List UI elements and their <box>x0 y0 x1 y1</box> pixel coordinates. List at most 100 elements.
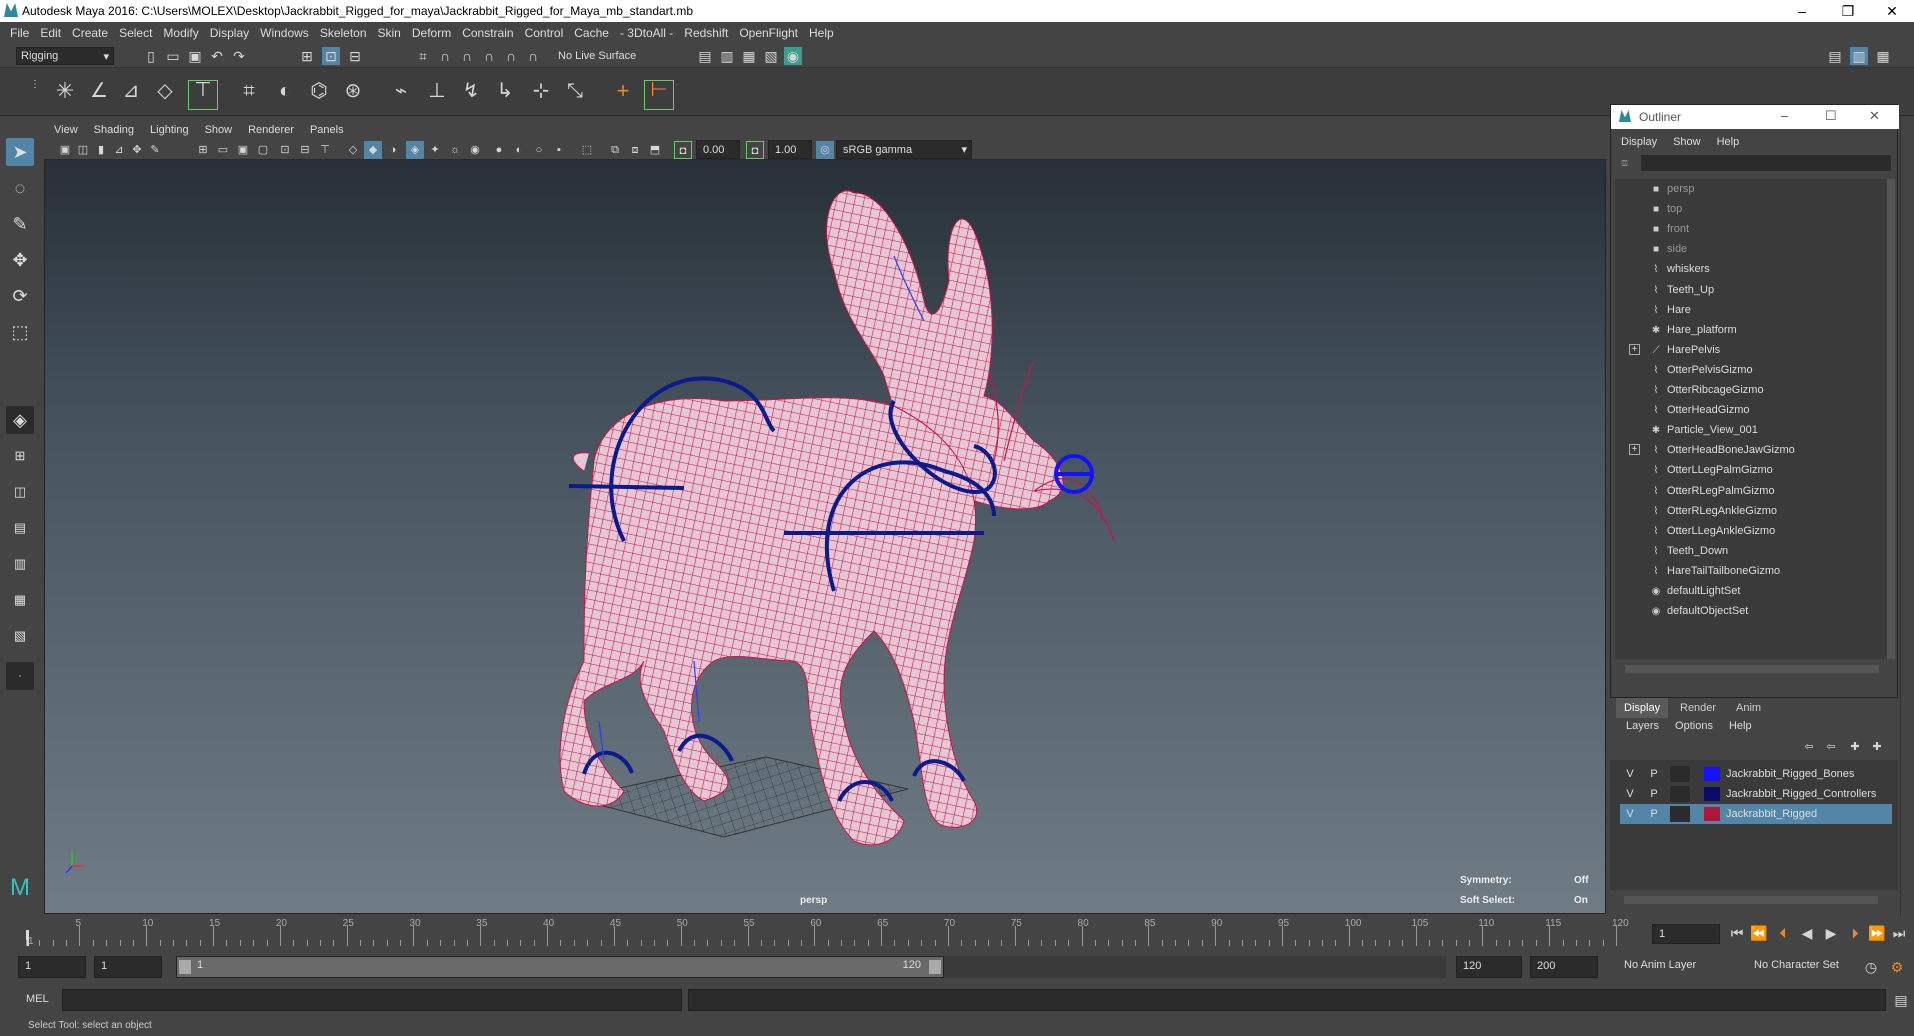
safe-title-icon[interactable]: ⊤ <box>316 141 334 159</box>
rotate-tool-icon[interactable]: ⟳ <box>6 282 34 310</box>
parent-constraint-icon[interactable]: ⤡ <box>562 81 588 108</box>
script-editor-icon[interactable]: ▤ <box>1892 991 1910 1009</box>
select-component-icon[interactable]: ⊟ <box>346 47 364 65</box>
viewport-canvas[interactable] <box>44 161 1606 913</box>
outliner-item[interactable]: ⌇ Teeth_Down <box>1649 541 1729 561</box>
outliner-item[interactable]: ✱ Particle_View_001 <box>1649 420 1758 440</box>
new-scene-icon[interactable]: ▯ <box>142 47 160 65</box>
select-object-icon[interactable]: ⊡ <box>322 47 340 65</box>
paint-weights-icon[interactable]: ⌁ <box>388 81 414 108</box>
orient-constraint-icon[interactable]: ↯ <box>458 81 484 108</box>
smooth-bind-icon[interactable]: ◐ <box>272 81 298 108</box>
range-slider[interactable]: 1 120 <box>176 956 944 978</box>
layer-visibility-toggle[interactable]: V <box>1620 764 1640 784</box>
go-to-start-icon[interactable]: ⏮ <box>1728 924 1746 942</box>
playback-end-field[interactable]: 120 <box>1456 956 1522 978</box>
cluster-icon[interactable]: ⊢ <box>644 80 674 110</box>
render-view-icon[interactable]: ▤ <box>696 47 714 65</box>
menu-windows[interactable]: Windows <box>260 26 309 40</box>
step-forward-icon[interactable]: ⏩ <box>1868 924 1886 942</box>
outliner-persp-icon[interactable]: ▤ <box>6 514 34 542</box>
layout-menu-icon[interactable]: · <box>6 662 34 690</box>
layer-color-swatch[interactable] <box>1704 767 1720 781</box>
anim-layer-dropdown[interactable]: No Anim Layer <box>1618 956 1748 978</box>
layer-row[interactable]: V P Jackrabbit_Rigged_Bones <box>1620 764 1892 784</box>
move-tool-icon[interactable]: ✥ <box>6 246 34 274</box>
anti-aliasing-icon[interactable]: ○ <box>530 141 548 159</box>
ik-spline-icon[interactable]: ⊿ <box>118 81 144 108</box>
layer-color-swatch[interactable] <box>1704 787 1720 801</box>
outliner-item[interactable]: ■ top <box>1649 199 1682 219</box>
channel-box-strip[interactable] <box>1900 116 1914 916</box>
minimize-icon[interactable]: – <box>1781 108 1788 123</box>
outliner-item[interactable]: ⌇ whiskers <box>1649 259 1710 279</box>
outliner-item[interactable]: ⌇ OtterLLegAnkleGizmo <box>1649 521 1776 541</box>
layer-display-type[interactable] <box>1670 766 1690 782</box>
layer-menu-help[interactable]: Help <box>1729 720 1752 738</box>
outliner-item[interactable]: ⌇ OtterRLegAnkleGizmo <box>1649 501 1778 521</box>
hypershade-persp-icon[interactable]: ▦ <box>6 586 34 614</box>
end-frame-field[interactable]: 200 <box>1530 956 1598 978</box>
outliner-menu-display[interactable]: Display <box>1621 136 1657 148</box>
shelf-options-icon[interactable]: ⋮ <box>26 76 44 94</box>
color-management-icon[interactable]: ◎ <box>816 141 834 159</box>
outliner-menu-show[interactable]: Show <box>1673 136 1701 148</box>
menu-edit[interactable]: Edit <box>40 26 61 40</box>
menu-openflight[interactable]: OpenFlight <box>739 26 798 40</box>
jaw-gizmo[interactable] <box>1054 454 1094 494</box>
grease-pencil-icon[interactable]: ✎ <box>146 141 164 159</box>
menu-skeleton[interactable]: Skeleton <box>320 26 367 40</box>
lattice-icon[interactable]: ⌬ <box>306 81 332 108</box>
viewport-menu-renderer[interactable]: Renderer <box>248 124 294 136</box>
modeling-toolkit-icon[interactable]: ▤ <box>1826 47 1844 65</box>
exposure-icon[interactable]: ◘ <box>674 141 692 159</box>
live-surface-field[interactable]: No Live Surface <box>552 47 656 67</box>
layer-playback-toggle[interactable]: P <box>1644 764 1664 784</box>
layer-playback-toggle[interactable]: P <box>1644 804 1664 824</box>
step-back-key-icon[interactable]: ⏴ <box>1774 924 1792 942</box>
step-forward-key-icon[interactable]: ⏵ <box>1846 924 1864 942</box>
locator-icon[interactable]: + <box>610 80 636 108</box>
outliner-item[interactable]: ⌇ OtterPelvisGizmo <box>1649 360 1753 380</box>
side-by-side-icon[interactable]: ◫ <box>6 478 34 506</box>
outliner-item[interactable]: ◉ defaultObjectSet <box>1649 601 1749 621</box>
viewport-menu-show[interactable]: Show <box>205 124 233 136</box>
use-all-lights-icon[interactable]: ☼ <box>446 141 464 159</box>
redo-icon[interactable]: ↷ <box>230 47 248 65</box>
menu-help[interactable]: Help <box>809 26 834 40</box>
outliner-item[interactable]: ■ front <box>1649 219 1689 239</box>
viewport-menu-panels[interactable]: Panels <box>310 124 344 136</box>
resolution-gate-icon[interactable]: ▣ <box>234 141 252 159</box>
layer-menu-options[interactable]: Options <box>1675 720 1713 738</box>
bind-skin-icon[interactable]: ⌗ <box>236 81 262 108</box>
open-scene-icon[interactable]: ▭ <box>164 47 182 65</box>
aim-constraint-icon[interactable]: ↳ <box>492 81 518 108</box>
layer-visibility-toggle[interactable]: V <box>1620 784 1640 804</box>
range-end-handle[interactable] <box>929 960 941 974</box>
select-hierarchy-icon[interactable]: ⊞ <box>298 47 316 65</box>
menu-set-dropdown[interactable]: Rigging ▾ <box>16 47 114 65</box>
viewport-menu-shading[interactable]: Shading <box>94 124 134 136</box>
point-constraint-icon[interactable]: ⊥ <box>424 81 450 108</box>
step-back-icon[interactable]: ⏪ <box>1750 924 1768 942</box>
attribute-editor-toggle-icon[interactable]: ▥ <box>1850 47 1868 65</box>
wireframe-on-shaded-icon[interactable]: ◈ <box>406 141 424 159</box>
depth-of-field-icon[interactable]: ▪ <box>550 141 568 159</box>
range-slider-track[interactable] <box>944 956 1446 978</box>
outliner-item[interactable]: ⌇ OtterRLegPalmGizmo <box>1649 481 1775 501</box>
move-layer-up-icon[interactable]: ⇦ <box>1800 738 1818 756</box>
gate-mask-icon[interactable]: ▢ <box>254 141 272 159</box>
motion-blur-icon[interactable]: ◐ <box>510 141 528 159</box>
outliner-menu-help[interactable]: Help <box>1717 136 1740 148</box>
layer-tab-render[interactable]: Render <box>1672 698 1724 718</box>
outliner-item[interactable]: ■ side <box>1649 239 1687 259</box>
layer-display-type[interactable] <box>1670 786 1690 802</box>
wireframe-icon[interactable]: ◇ <box>344 141 362 159</box>
new-empty-layer-icon[interactable]: ✚ <box>1846 738 1864 756</box>
outliner-vscrollbar[interactable] <box>1887 179 1895 659</box>
mirror-joint-icon[interactable]: ⊤ <box>188 80 218 110</box>
bookmark-icon[interactable]: ▮ <box>92 141 110 159</box>
insert-joint-icon[interactable]: ◇ <box>152 81 178 108</box>
play-forwards-icon[interactable]: ▶ <box>1822 924 1840 942</box>
graph-persp-icon[interactable]: ▥ <box>6 550 34 578</box>
